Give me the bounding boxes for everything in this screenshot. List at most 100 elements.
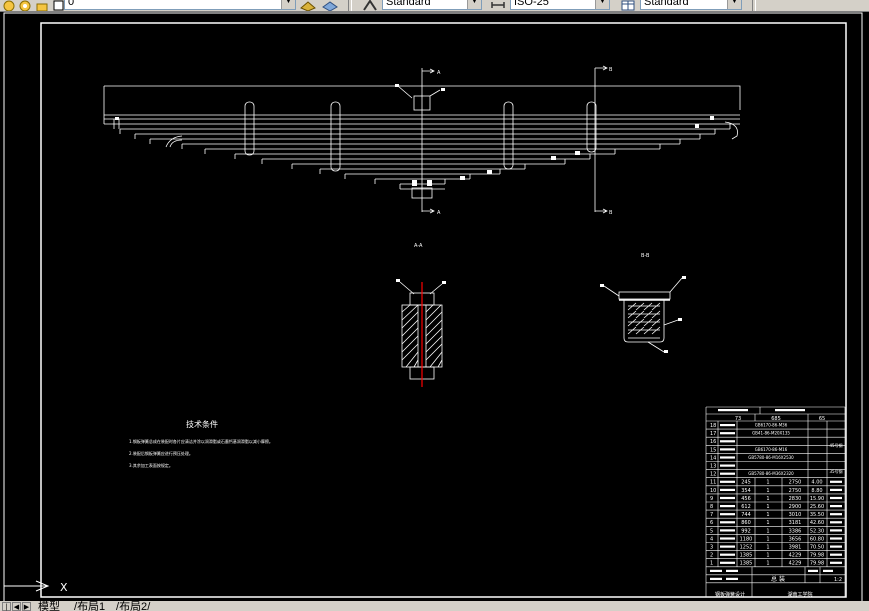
bom-row-weight: 2750: [789, 488, 802, 494]
tech-note-3: 3.其余加工表面按规定。: [129, 462, 173, 468]
section-aa-title: A-A: [414, 243, 423, 249]
bom-row-length: 744: [741, 512, 751, 518]
bom-row-length: 1385: [740, 553, 753, 559]
bom-row-mass: 4.00: [811, 480, 822, 486]
bom-header-placeholder: [718, 409, 748, 412]
bom-header-col-2: 685: [771, 416, 781, 422]
bom-material-placeholder: [830, 488, 842, 491]
bom-code-placeholder: [720, 472, 735, 475]
bom-row-number: 7: [710, 512, 713, 518]
bom-row-weight: 3010: [789, 512, 802, 518]
chevron-down-icon[interactable]: ▼: [281, 0, 295, 9]
bom-row-number: 13: [710, 464, 716, 470]
bom-row-number: 1: [710, 561, 713, 567]
leader-marker: [678, 318, 682, 321]
bom-material-placeholder: [830, 545, 842, 548]
bom-material-placeholder: [830, 521, 842, 524]
table-style-value: Standard: [644, 0, 689, 8]
bom-row-mass: 52.30: [810, 528, 824, 534]
bom-material-placeholder: [830, 537, 842, 540]
bom-header-col-3: 65: [819, 416, 825, 422]
chevron-down-icon[interactable]: ▼: [727, 0, 741, 9]
bom-row-length: 860: [741, 520, 751, 526]
layer-lock-icon[interactable]: [35, 0, 49, 11]
bom-row-mass: 70.50: [810, 545, 824, 551]
bom-row-mass: 42.60: [810, 520, 824, 526]
bom-row-qty: 1: [766, 480, 769, 486]
table-style-icon[interactable]: [620, 0, 635, 11]
dimension-style-icon[interactable]: [490, 0, 505, 10]
bom-row-mass: 79.98: [810, 553, 824, 559]
bom-scale: 1:2: [834, 577, 842, 583]
bom-title-left: 钢板弹簧设计: [715, 591, 745, 598]
bom-material-placeholder: [830, 553, 842, 556]
chevron-down-icon[interactable]: ▼: [595, 0, 609, 9]
layer-dropdown-value: 0: [68, 0, 75, 8]
bom-row-weight: 2900: [789, 504, 802, 510]
bom-material-placeholder: [830, 561, 842, 564]
drawing-canvas[interactable]: A A B B A-A B-B 技术条件 1.钢板弹簧总成在装配时各片应清洁并涂…: [0, 11, 869, 601]
layer-state-icon[interactable]: [2, 0, 16, 11]
bom-assembly-label: 总 装: [771, 575, 785, 583]
previous-tab-icon[interactable]: ◀: [12, 602, 21, 611]
bom-row-weight: 3386: [789, 528, 802, 534]
tab-layout1-label: 布局1: [77, 601, 106, 611]
bom-code-placeholder: [720, 480, 735, 483]
bom-row-length: 992: [741, 528, 751, 534]
bom-row-qty: 1: [766, 496, 769, 502]
bom-row-weight: 2830: [789, 496, 802, 502]
bom-code-placeholder: [720, 488, 735, 491]
bom-sign-placeholder: [710, 577, 722, 580]
section-a-label-top: A: [437, 70, 441, 76]
bom-row-length: 456: [741, 496, 751, 502]
dimension-style-dropdown[interactable]: ISO-25 ▼: [510, 0, 610, 10]
bom-row-weight: 3656: [789, 536, 802, 542]
bom-code-placeholder: [720, 505, 735, 508]
leader-marker: [395, 84, 399, 87]
bom-header-col-1: 73: [735, 416, 741, 422]
chevron-down-icon[interactable]: ▼: [467, 0, 481, 9]
tab-model[interactable]: 模型: [38, 602, 60, 611]
text-style-dropdown[interactable]: Standard ▼: [382, 0, 482, 10]
bom-code-placeholder: [720, 496, 735, 500]
bom-row-weight: 3981: [789, 545, 802, 551]
text-style-icon[interactable]: [362, 0, 377, 11]
tab-layout1[interactable]: /布局1: [74, 602, 105, 611]
bom-row-number: 12: [710, 472, 716, 478]
table-style-dropdown[interactable]: Standard ▼: [640, 0, 742, 10]
bom-title-right: 湖南工学院: [787, 591, 812, 598]
bom-row-mass: 60.80: [810, 536, 824, 542]
layout-tab-bar: |◀ ◀ ▶ 模型 /布局1 /布局2/: [0, 601, 869, 611]
bom-row-qty: 1: [766, 528, 769, 534]
bom-row-number: 3: [710, 545, 713, 551]
layer-freeze-icon[interactable]: [18, 0, 32, 11]
bom-row-desc: GB6170-86-M36: [755, 423, 788, 428]
layer-dropdown[interactable]: 0 ▼: [64, 0, 296, 10]
sheet-outer-border: [3, 12, 863, 601]
bom-row-qty: 1: [766, 512, 769, 518]
leader-marker: [664, 350, 668, 353]
bom-row-length: 1180: [740, 536, 753, 542]
tab-layout2-label: 布局2: [119, 601, 148, 611]
bom-row-qty: 1: [766, 536, 769, 542]
bom-row-mass: 15.90: [810, 496, 824, 502]
bom-code-placeholder: [720, 561, 735, 564]
bom-row-number: 17: [710, 431, 716, 437]
layer-previous-icon[interactable]: [322, 0, 338, 11]
bom-code-placeholder: [720, 456, 735, 459]
next-tab-icon[interactable]: ▶: [22, 602, 31, 611]
toolbar-separator: [752, 0, 756, 11]
bom-sign-placeholder: [823, 569, 833, 572]
make-layer-current-icon[interactable]: [300, 0, 316, 11]
bom-row-number: 6: [710, 520, 713, 526]
tab-layout2[interactable]: /布局2/: [116, 602, 150, 611]
bom-row-weight: 2750: [789, 480, 802, 486]
bom-side-note-2: 35号钢: [829, 468, 842, 474]
bom-code-placeholder: [720, 545, 735, 548]
toolbar-separator: [348, 0, 352, 11]
bom-row-mass: 35.50: [810, 512, 824, 518]
bom-sign-placeholder: [808, 569, 818, 572]
first-tab-icon[interactable]: |◀: [2, 602, 11, 611]
bom-row-qty: 1: [766, 553, 769, 559]
section-aa-view: [399, 281, 443, 380]
